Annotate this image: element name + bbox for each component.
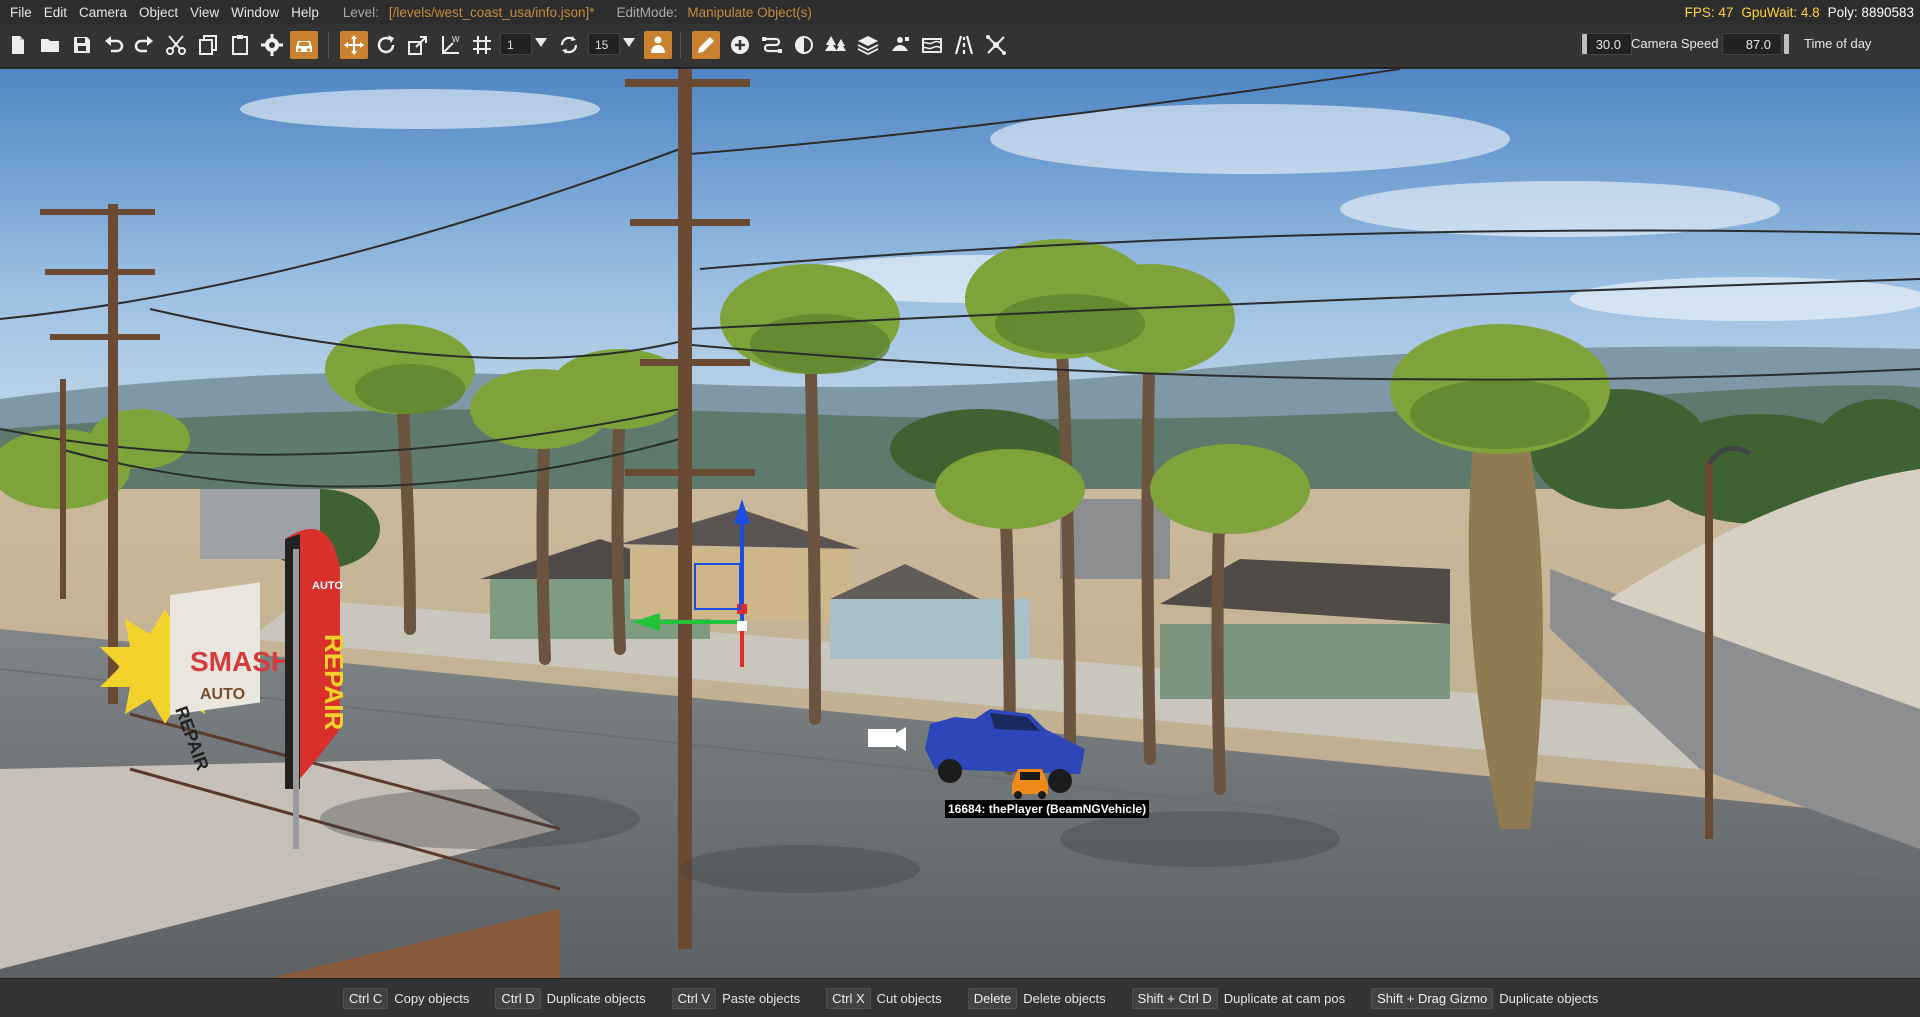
redo-icon[interactable] bbox=[130, 31, 158, 59]
menu-camera[interactable]: Camera bbox=[75, 5, 135, 20]
menu-window[interactable]: Window bbox=[227, 5, 287, 20]
time-of-day-label: Time of day bbox=[1804, 36, 1872, 51]
add-object-icon[interactable] bbox=[726, 31, 754, 59]
scene-render[interactable]: SMASH AUTO REPAIR AUTO REPAIR bbox=[0, 69, 1920, 978]
road-tool-icon[interactable] bbox=[758, 31, 786, 59]
shortcut-key: Delete bbox=[967, 987, 1018, 1009]
shortcut-action: Duplicate at cam pos bbox=[1223, 990, 1346, 1006]
stats-readout: FPS: 47 GpuWait: 4.8 Poly: 8890583 bbox=[1685, 0, 1914, 24]
snap-angle-dropdown[interactable] bbox=[623, 38, 635, 47]
toolbar-separator bbox=[680, 32, 681, 58]
gpu-wait-stat: GpuWait: 4.8 bbox=[1741, 4, 1820, 20]
toolbar: W 1 15 30.0 Camera Speed 87.0 Time of da… bbox=[0, 24, 1920, 68]
selected-object-label: 16684: thePlayer (BeamNGVehicle) bbox=[945, 800, 1150, 818]
shortcut-action: Duplicate objects bbox=[1499, 990, 1599, 1006]
banner-repair-text: REPAIR bbox=[319, 634, 349, 731]
new-file-icon[interactable] bbox=[4, 31, 32, 59]
menu-bar: File Edit Camera Object View Window Help… bbox=[0, 0, 1920, 24]
open-folder-icon[interactable] bbox=[36, 31, 64, 59]
rotation-snap-icon[interactable] bbox=[555, 31, 583, 59]
poly-stat: Poly: 8890583 bbox=[1827, 4, 1914, 20]
axis-gizmo-icon[interactable]: W bbox=[436, 31, 464, 59]
river-icon[interactable] bbox=[918, 31, 946, 59]
shortcut-hint: Shift + Ctrl D Duplicate at cam pos bbox=[1131, 987, 1346, 1009]
place-object-icon[interactable] bbox=[644, 31, 672, 59]
copy-icon[interactable] bbox=[194, 31, 222, 59]
shortcut-key: Ctrl V bbox=[671, 987, 717, 1009]
menu-help[interactable]: Help bbox=[287, 5, 327, 20]
shortcut-action: Paste objects bbox=[722, 990, 801, 1006]
shortcut-hint: Ctrl X Cut objects bbox=[826, 987, 942, 1009]
level-label: Level: bbox=[342, 4, 379, 20]
editmode-label: EditMode: bbox=[616, 4, 678, 20]
time-of-day-field[interactable]: 87.0 bbox=[1722, 33, 1782, 55]
shortcut-hint: Ctrl V Paste objects bbox=[671, 987, 801, 1009]
smash-sign-auto-text: AUTO bbox=[200, 686, 245, 703]
shortcut-hint: Ctrl C Copy objects bbox=[343, 987, 470, 1009]
shortcut-key: Ctrl C bbox=[343, 987, 389, 1009]
menu-object[interactable]: Object bbox=[135, 5, 186, 20]
shortcut-action: Delete objects bbox=[1023, 990, 1106, 1006]
paste-icon[interactable] bbox=[226, 31, 254, 59]
undo-icon[interactable] bbox=[100, 31, 128, 59]
shortcut-hint: Shift + Drag Gizmo Duplicate objects bbox=[1371, 987, 1599, 1009]
editmode-value: Manipulate Object(s) bbox=[687, 4, 812, 20]
grid-snap-icon[interactable] bbox=[468, 31, 496, 59]
svg-text:W: W bbox=[452, 35, 460, 44]
shortcut-key: Ctrl X bbox=[826, 987, 871, 1009]
forest-icon[interactable] bbox=[822, 31, 850, 59]
menu-file[interactable]: File bbox=[6, 5, 40, 20]
rotate-gizmo-icon[interactable] bbox=[372, 31, 400, 59]
shortcut-action: Cut objects bbox=[876, 990, 942, 1006]
terrain-paint-icon[interactable] bbox=[790, 31, 818, 59]
shortcut-hint: Delete Delete objects bbox=[967, 987, 1106, 1009]
smash-sign-text: SMASH bbox=[190, 646, 291, 677]
fps-stat: FPS: 47 bbox=[1684, 4, 1734, 20]
settings-gear-icon[interactable] bbox=[258, 31, 286, 59]
shortcut-key: Shift + Drag Gizmo bbox=[1371, 987, 1494, 1009]
shortcut-action: Copy objects bbox=[394, 990, 470, 1006]
menu-view[interactable]: View bbox=[186, 5, 227, 20]
road-lines-icon[interactable] bbox=[950, 31, 978, 59]
node-tool-icon[interactable] bbox=[982, 31, 1010, 59]
3d-viewport[interactable]: SMASH AUTO REPAIR AUTO REPAIR 16684: the… bbox=[0, 69, 1920, 978]
grid-count-field[interactable]: 1 bbox=[500, 33, 532, 55]
shortcut-action: Duplicate objects bbox=[546, 990, 646, 1006]
shortcut-hints-bar: Ctrl C Copy objects Ctrl D Duplicate obj… bbox=[0, 978, 1920, 1017]
layers-icon[interactable] bbox=[854, 31, 882, 59]
toolbar-separator bbox=[328, 32, 329, 58]
camera-speed-field[interactable]: 30.0 bbox=[1580, 33, 1632, 55]
camera-speed-slider-handle[interactable] bbox=[1582, 34, 1587, 54]
camera-speed-label: Camera Speed bbox=[1631, 36, 1719, 51]
save-icon[interactable] bbox=[68, 31, 96, 59]
shortcut-key: Ctrl D bbox=[495, 987, 541, 1009]
level-path: [/levels/west_coast_usa/info.json]* bbox=[388, 4, 595, 20]
edit-pencil-icon[interactable] bbox=[692, 31, 720, 59]
shortcut-key: Shift + Ctrl D bbox=[1131, 987, 1218, 1009]
snap-angle-field[interactable]: 15 bbox=[588, 33, 620, 55]
grid-count-dropdown[interactable] bbox=[535, 38, 547, 47]
decal-icon[interactable] bbox=[886, 31, 914, 59]
translate-gizmo-icon[interactable] bbox=[340, 31, 368, 59]
cut-icon[interactable] bbox=[162, 31, 190, 59]
shortcut-hint: Ctrl D Duplicate objects bbox=[495, 987, 646, 1009]
menu-edit[interactable]: Edit bbox=[40, 5, 75, 20]
vehicle-icon[interactable] bbox=[290, 31, 318, 59]
time-of-day-slider-handle[interactable] bbox=[1784, 34, 1789, 54]
banner-auto-text: AUTO bbox=[312, 580, 343, 592]
scale-gizmo-icon[interactable] bbox=[404, 31, 432, 59]
